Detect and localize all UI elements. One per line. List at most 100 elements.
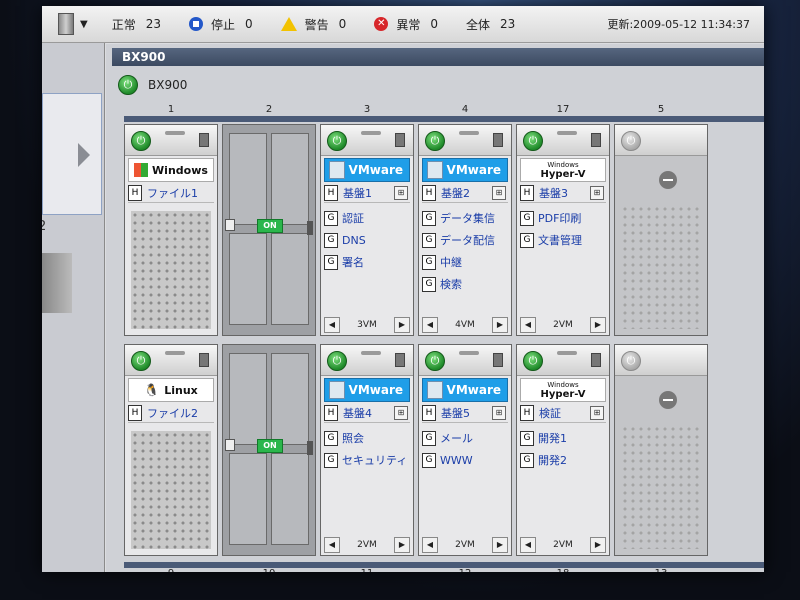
status-error[interactable]: ✕ 異常 0 [374, 16, 438, 33]
blade-slot-1[interactable]: Windows H ファイル1 [124, 124, 218, 336]
power-on-icon[interactable] [327, 131, 347, 151]
power-off-icon[interactable] [621, 351, 641, 371]
chevron-left-icon[interactable]: ◀ [520, 317, 536, 333]
vm-item[interactable]: G PDF印刷 [520, 207, 606, 229]
disk-icon [591, 133, 601, 147]
chevron-left-icon[interactable]: ◀ [324, 317, 340, 333]
chevron-left-icon[interactable]: ◀ [324, 537, 340, 553]
management-screen: ▼ 正常 23 停止 0 警告 0 ✕ 異常 0 全体 23 更新:2009-0… [42, 6, 764, 572]
vm-item[interactable]: G WWW [422, 449, 508, 471]
blade-slot-4[interactable]: VMware H 基盤2 ⊞ G データ集信 G データ配信 G 中継 G 検索 ◀ 4VM ▶ [418, 124, 512, 336]
host-name: ファイル2 [147, 407, 198, 420]
status-total[interactable]: 全体 23 [466, 16, 515, 33]
status-led [165, 351, 185, 355]
vm-item[interactable]: G 開発2 [520, 449, 606, 471]
chevron-right-icon[interactable]: ▶ [492, 317, 508, 333]
vm-item[interactable]: G 認証 [324, 207, 410, 229]
vm-item[interactable]: G 文書管理 [520, 229, 606, 251]
host-entry[interactable]: H ファイル1 [128, 184, 214, 203]
chevron-right-icon[interactable]: ▶ [590, 317, 606, 333]
blade-slot-2[interactable]: ON [222, 124, 316, 336]
vm-item[interactable]: G 検索 [422, 273, 508, 295]
drive-bay [271, 453, 309, 545]
blade-slot-10[interactable]: ON [222, 344, 316, 556]
power-on-icon[interactable] [523, 131, 543, 151]
vm-pager: ◀ 3VM ▶ [324, 317, 410, 333]
power-on-icon[interactable] [425, 351, 445, 371]
vm-name: メール [440, 432, 473, 445]
vm-name: WWW [440, 453, 473, 467]
blade-slot-13[interactable] [614, 344, 708, 556]
host-entry[interactable]: H 基盤5 ⊞ [422, 404, 508, 423]
blade-header [517, 125, 609, 156]
vm-item[interactable]: G セキュリティ [324, 449, 410, 471]
host-entry[interactable]: H 基盤3 ⊞ [520, 184, 606, 203]
blade-slot-17[interactable]: WindowsHyper-V H 基盤3 ⊞ G PDF印刷 G 文書管理 ◀ 2VM ▶ [516, 124, 610, 336]
expand-icon[interactable]: ⊞ [394, 406, 408, 420]
vm-count: 3VM [357, 320, 377, 330]
disk-icon [199, 133, 209, 147]
vm-item[interactable]: G 中継 [422, 251, 508, 273]
chevron-right-icon[interactable]: ▶ [394, 317, 410, 333]
power-on-icon[interactable] [131, 131, 151, 151]
guest-icon: G [422, 232, 436, 248]
guest-icon: G [422, 254, 436, 270]
vm-pager: ◀ 2VM ▶ [520, 537, 606, 553]
status-stopped[interactable]: 停止 0 [189, 16, 253, 33]
status-led [459, 351, 479, 355]
vm-item[interactable]: G データ集信 [422, 207, 508, 229]
power-on-icon[interactable] [327, 351, 347, 371]
vm-item[interactable]: G データ配信 [422, 229, 508, 251]
vm-item[interactable]: G DNS [324, 229, 410, 251]
host-entry[interactable]: H 基盤4 ⊞ [324, 404, 410, 423]
power-off-icon[interactable] [621, 131, 641, 151]
chevron-right-icon[interactable]: ▶ [492, 537, 508, 553]
vm-name: 開発2 [538, 454, 567, 467]
vm-item[interactable]: G 開発1 [520, 427, 606, 449]
expand-icon[interactable]: ⊞ [492, 186, 506, 200]
host-entry[interactable]: H 基盤2 ⊞ [422, 184, 508, 203]
status-normal[interactable]: 正常 23 [112, 16, 161, 33]
status-stopped-label: 停止 [211, 17, 236, 32]
blade-slot-11[interactable]: VMware H 基盤4 ⊞ G 照会 G セキュリティ ◀ 2VM ▶ [320, 344, 414, 556]
view-menu-button[interactable]: ▼ [58, 13, 88, 35]
host-entry[interactable]: H 基盤1 ⊞ [324, 184, 410, 203]
status-warning[interactable]: 警告 0 [280, 16, 346, 33]
expand-icon[interactable]: ⊞ [394, 186, 408, 200]
chevron-right-icon[interactable]: ▶ [590, 537, 606, 553]
expand-icon[interactable]: ⊞ [492, 406, 506, 420]
vm-name: セキュリティ [342, 454, 408, 467]
chevron-left-icon[interactable]: ◀ [422, 537, 438, 553]
chevron-left-icon[interactable]: ◀ [520, 537, 536, 553]
expand-icon[interactable]: ⊞ [590, 186, 604, 200]
chassis-header[interactable]: BX900 [118, 72, 187, 98]
chevron-right-icon[interactable]: ▶ [394, 537, 410, 553]
blade-slot-18[interactable]: WindowsHyper-V H 検証 ⊞ G 開発1 G 開発2 ◀ 2VM ▶ [516, 344, 610, 556]
slot-number: 12 [415, 568, 515, 572]
chassis-thumbnail[interactable] [42, 253, 72, 313]
blade-slot-9[interactable]: 🐧 Linux H ファイル2 [124, 344, 218, 556]
vm-item[interactable]: G メール [422, 427, 508, 449]
power-on-icon[interactable] [425, 131, 445, 151]
vm-count: 2VM [455, 540, 475, 550]
selected-nav-item[interactable] [42, 93, 102, 215]
blade-slot-3[interactable]: VMware H 基盤1 ⊞ G 認証 G DNS G 署名 ◀ 3VM ▶ [320, 124, 414, 336]
power-on-icon[interactable] [523, 351, 543, 371]
blade-slot-5[interactable] [614, 124, 708, 336]
drive-bay [229, 133, 267, 225]
power-on-icon[interactable] [131, 351, 151, 371]
blade-slot-12[interactable]: VMware H 基盤5 ⊞ G メール G WWW ◀ 2VM ▶ [418, 344, 512, 556]
expand-icon[interactable]: ⊞ [590, 406, 604, 420]
disk-icon [395, 353, 405, 367]
latch-icon [225, 219, 235, 231]
status-stopped-count: 0 [245, 17, 253, 31]
blade-header [517, 345, 609, 376]
vm-item[interactable]: G 照会 [324, 427, 410, 449]
chevron-left-icon[interactable]: ◀ [422, 317, 438, 333]
host-entry[interactable]: H ファイル2 [128, 404, 214, 423]
host-entry[interactable]: H 検証 ⊞ [520, 404, 606, 423]
os-badge-windows: Windows [128, 158, 214, 182]
vm-item[interactable]: G 署名 [324, 251, 410, 273]
slot-numbers-top: 1 2 3 4 17 5 [124, 104, 764, 116]
chevron-right-icon[interactable] [78, 143, 90, 167]
